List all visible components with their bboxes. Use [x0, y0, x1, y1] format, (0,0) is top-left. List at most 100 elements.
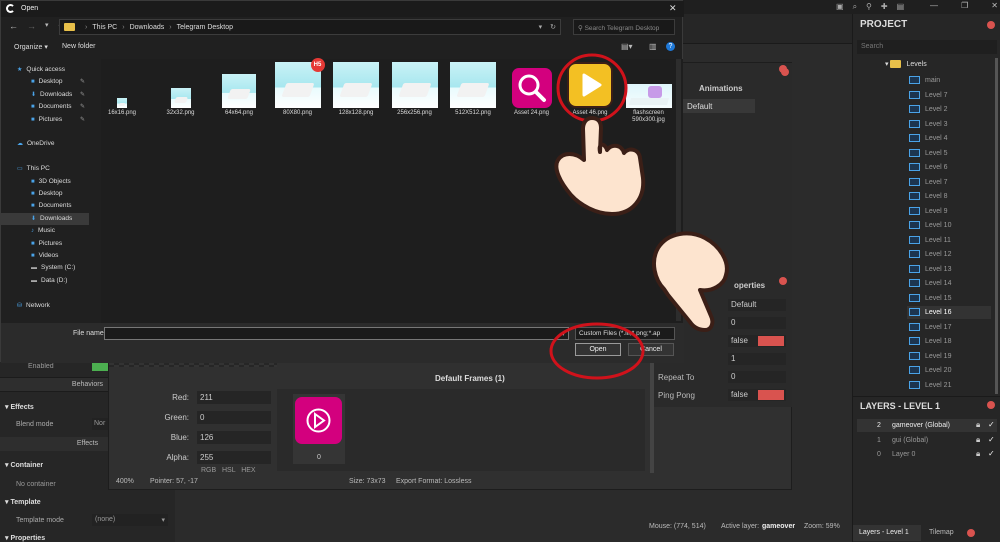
- screenshot-icon[interactable]: ▣: [836, 2, 844, 12]
- color-value-input[interactable]: 0: [197, 411, 271, 424]
- minimize-icon[interactable]: —: [930, 1, 938, 13]
- property-value[interactable]: Default: [728, 299, 786, 311]
- file-item[interactable]: 512X512.png: [445, 59, 501, 129]
- property-value[interactable]: 1: [728, 353, 786, 365]
- cancel-button[interactable]: Cancel: [628, 343, 674, 356]
- breadcrumb-item[interactable]: Downloads: [130, 24, 165, 31]
- property-value[interactable]: false: [728, 335, 786, 347]
- project-item[interactable]: Level 15: [907, 292, 991, 305]
- project-close[interactable]: [987, 21, 995, 29]
- help-icon[interactable]: ?: [666, 42, 675, 51]
- color-value-input[interactable]: 211: [197, 391, 271, 404]
- project-item[interactable]: Level 19: [907, 350, 991, 363]
- dialog-search-input[interactable]: ⚲ Search Telegram Desktop: [573, 19, 675, 35]
- organize-button[interactable]: Organize ▾: [14, 43, 48, 51]
- project-item[interactable]: Level 8: [907, 190, 991, 203]
- visible-check-icon[interactable]: ✓: [988, 420, 995, 429]
- open-button[interactable]: Open: [575, 343, 621, 356]
- project-item[interactable]: Level 11: [907, 234, 991, 247]
- pin-icon[interactable]: ✎: [80, 78, 85, 85]
- file-name-input[interactable]: ▾: [104, 327, 569, 340]
- forward-icon[interactable]: →: [27, 21, 36, 31]
- tab-layers[interactable]: Layers - Level 1: [853, 525, 921, 541]
- lock-icon[interactable]: 🔒︎: [976, 435, 980, 445]
- new-folder-button[interactable]: New folder: [62, 43, 95, 50]
- effects-header[interactable]: ▾ Effects: [5, 403, 34, 411]
- frame-thumb[interactable]: 0: [293, 394, 345, 464]
- color-value-input[interactable]: 126: [197, 431, 271, 444]
- chevron-down-icon[interactable]: ▾: [561, 330, 565, 338]
- file-item[interactable]: 32x32.png: [153, 59, 209, 129]
- breadcrumb-item[interactable]: Telegram Desktop: [177, 24, 233, 31]
- project-item[interactable]: Level 2: [907, 103, 991, 116]
- bookmarks-icon[interactable]: ▤: [897, 2, 905, 12]
- close-icon[interactable]: ✕: [991, 1, 998, 13]
- property-value[interactable]: 0: [728, 317, 786, 329]
- template-header[interactable]: ▾ Template: [5, 498, 41, 506]
- browser-toolbar-icons[interactable]: ▣ ⌕ ⚲ ✚ ▤: [836, 2, 916, 12]
- template-mode-select[interactable]: (none) ▾: [92, 514, 168, 526]
- window-controls[interactable]: — ❐ ✕: [930, 1, 998, 13]
- toggle-switch[interactable]: [758, 390, 784, 400]
- properties-header[interactable]: ▾ Properties: [5, 534, 45, 542]
- animation-item-default[interactable]: Default: [683, 99, 755, 113]
- file-item[interactable]: 16x16.png: [94, 59, 150, 129]
- pin-icon[interactable]: ✎: [80, 91, 85, 98]
- extensions-icon[interactable]: ✚: [881, 2, 888, 12]
- nav-item[interactable]: ■ Desktop ✎: [1, 76, 89, 88]
- nav-item[interactable]: ♪ Music: [1, 225, 89, 237]
- project-item[interactable]: Level 5: [907, 147, 991, 160]
- tab-tilemap[interactable]: Tilemap: [925, 525, 965, 541]
- restore-icon[interactable]: ❐: [961, 1, 968, 13]
- project-item[interactable]: Level 7: [907, 89, 991, 102]
- editor-window-close[interactable]: [779, 65, 787, 73]
- layer-row[interactable]: 1 gui (Global) 🔒︎ ✓: [857, 434, 997, 447]
- lock-icon[interactable]: 🔒︎: [976, 449, 980, 459]
- refresh-icon[interactable]: ↻: [550, 23, 556, 31]
- nav-item[interactable]: ■ Pictures: [1, 238, 89, 250]
- project-item[interactable]: main: [907, 74, 991, 87]
- preview-pane-icon[interactable]: ▥: [649, 42, 657, 51]
- project-item[interactable]: Level 10: [907, 219, 991, 232]
- project-item[interactable]: Level 6: [907, 161, 991, 174]
- project-item[interactable]: Level 9: [907, 205, 991, 218]
- project-item[interactable]: Level 17: [907, 321, 991, 334]
- enabled-checkbox[interactable]: [92, 362, 108, 371]
- project-item[interactable]: Level 12: [907, 248, 991, 261]
- project-scrollbar[interactable]: [995, 58, 998, 394]
- color-mode-tabs[interactable]: RGB HSL HEX: [201, 467, 256, 474]
- pin-icon[interactable]: ✎: [80, 103, 85, 110]
- nav-item[interactable]: ■ Documents: [1, 200, 89, 212]
- project-item[interactable]: Level 4: [907, 132, 991, 145]
- nav-item[interactable]: ⬇ Downloads ✎: [1, 89, 89, 101]
- nav-item[interactable]: ▬ System (C:): [1, 262, 89, 274]
- visible-check-icon[interactable]: ✓: [988, 449, 995, 458]
- view-options-icon[interactable]: ▤▾: [621, 42, 633, 51]
- project-item[interactable]: Level 20: [907, 364, 991, 377]
- file-scroll[interactable]: [676, 59, 681, 321]
- file-item[interactable]: 128x128.png: [328, 59, 384, 129]
- nav-item[interactable]: ■ Documents ✎: [1, 101, 89, 113]
- search-icon[interactable]: ⚲: [866, 2, 872, 12]
- file-item[interactable]: 64x64.png: [211, 59, 267, 129]
- visible-check-icon[interactable]: ✓: [988, 435, 995, 444]
- zoom-icon[interactable]: ⌕: [853, 2, 857, 12]
- folder-levels[interactable]: ▾ Levels: [885, 60, 927, 69]
- nav-item[interactable]: ■ Pictures ✎: [1, 114, 89, 126]
- file-item[interactable]: flashscreen 590x300.jpg: [621, 59, 677, 129]
- properties-close[interactable]: [779, 277, 787, 285]
- project-item[interactable]: Level 21: [907, 379, 991, 392]
- file-item[interactable]: H5 80X80.png: [270, 58, 326, 129]
- project-item[interactable]: Level 3: [907, 118, 991, 131]
- project-item[interactable]: Level 13: [907, 263, 991, 276]
- nav-item[interactable]: ⬇ Downloads: [1, 212, 89, 225]
- address-dropdown-icon[interactable]: ▾: [539, 23, 543, 31]
- breadcrumb-item[interactable]: This PC: [92, 24, 117, 31]
- nav-item[interactable]: ▭ This PC: [1, 163, 89, 175]
- back-icon[interactable]: ←: [9, 21, 18, 31]
- file-item[interactable]: Asset 24.png: [504, 59, 560, 129]
- nav-item[interactable]: ■ Videos: [1, 250, 89, 262]
- project-item[interactable]: Level 16: [907, 306, 991, 319]
- project-search-input[interactable]: Search: [857, 40, 997, 54]
- nav-item[interactable]: ■ Desktop: [1, 188, 89, 200]
